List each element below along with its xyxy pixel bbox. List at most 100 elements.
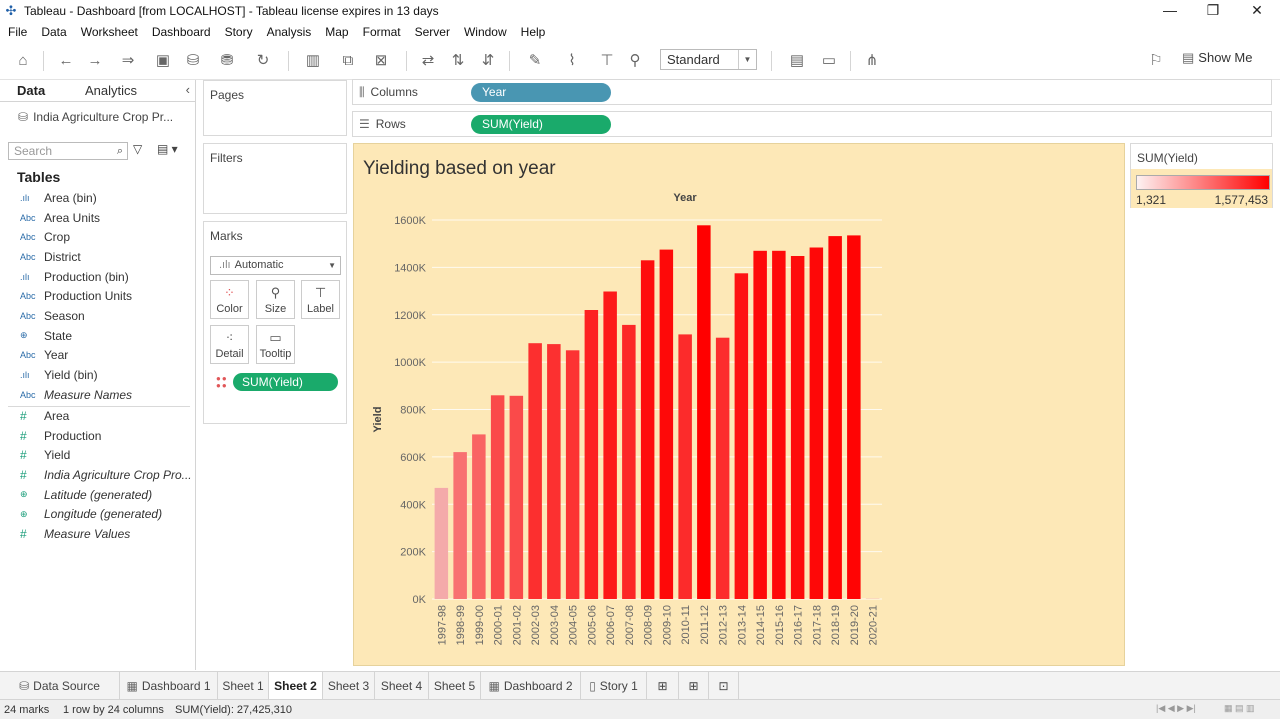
field-production-units[interactable]: Abc Production Units	[20, 287, 132, 305]
show-me-button[interactable]: ▤ Show Me	[1182, 50, 1253, 66]
show-me-pin-icon[interactable]: ⚐	[1145, 50, 1167, 72]
field-area-units[interactable]: Abc Area Units	[20, 209, 100, 227]
bar-2015-16[interactable]	[772, 250, 786, 600]
tooltip-button[interactable]: ▭ Tooltip	[256, 325, 295, 364]
tab-data[interactable]: Data	[17, 83, 45, 98]
bar-2010-11[interactable]	[678, 334, 692, 599]
menu-server[interactable]: Server	[415, 25, 450, 39]
bar-2011-12[interactable]	[697, 225, 711, 600]
field-yield[interactable]: # Yield	[20, 446, 70, 464]
bar-2001-02[interactable]	[509, 395, 524, 599]
sort-descending-icon[interactable]: ⇵	[477, 50, 499, 72]
menu-story[interactable]: Story	[225, 25, 253, 39]
field-season[interactable]: Abc Season	[20, 307, 85, 325]
bar-2004-05[interactable]	[565, 350, 580, 599]
bar-2009-10[interactable]	[659, 249, 674, 599]
tab-sheet-4[interactable]: Sheet 4	[375, 672, 429, 700]
rows-shelf[interactable]: ☰ Rows SUM(Yield)	[352, 111, 1272, 137]
field-area[interactable]: # Area	[20, 407, 69, 425]
save-icon[interactable]: ▣	[152, 50, 174, 72]
mark-type-dropdown[interactable]: .ılı Automatic ▼	[210, 256, 341, 275]
field-search-input[interactable]: Search ⌕	[8, 142, 128, 160]
field-production-bin[interactable]: .ılı Production (bin)	[20, 268, 129, 286]
bar-2013-14[interactable]	[734, 273, 749, 599]
tab-story-1[interactable]: ▯ Story 1	[581, 672, 647, 700]
filter-icon[interactable]: ▽	[133, 142, 142, 156]
bar-2000-01[interactable]	[490, 395, 505, 599]
bar-2007-08[interactable]	[622, 324, 636, 599]
datasource-item[interactable]: ⛁ India Agriculture Crop Pr...	[18, 110, 173, 124]
new-story-tab-icon[interactable]: ⊡	[709, 672, 739, 700]
fix-axes-icon[interactable]: ⚲	[624, 50, 646, 72]
bar-2008-09[interactable]	[640, 260, 655, 599]
columns-year-pill[interactable]: Year	[471, 83, 611, 102]
field-district[interactable]: Abc District	[20, 248, 81, 266]
collapse-pane-icon[interactable]: ‹	[186, 82, 190, 97]
field-production[interactable]: # Production	[20, 427, 101, 445]
marks-yield-pill[interactable]: SUM(Yield)	[233, 373, 338, 391]
pages-card[interactable]: Pages	[203, 80, 347, 136]
tab-sheet-3[interactable]: Sheet 3	[323, 672, 375, 700]
sort-ascending-icon[interactable]: ⇅	[447, 50, 469, 72]
menu-help[interactable]: Help	[521, 25, 546, 39]
field-measure-values[interactable]: # Measure Values	[20, 525, 130, 543]
tab-data-source[interactable]: ⛁ Data Source	[0, 672, 120, 700]
redo-icon[interactable]: →	[84, 50, 106, 72]
labels-icon[interactable]: ⊤	[596, 50, 618, 72]
menu-worksheet[interactable]: Worksheet	[81, 25, 138, 39]
menu-dashboard[interactable]: Dashboard	[152, 25, 211, 39]
bar-2019-20[interactable]	[847, 235, 861, 599]
highlight-icon[interactable]: ✎	[520, 50, 550, 72]
field-year[interactable]: Abc Year	[20, 346, 68, 364]
undo-icon[interactable]: ←	[55, 50, 77, 72]
field-state[interactable]: ⊕ State	[20, 327, 72, 345]
menu-analysis[interactable]: Analysis	[267, 25, 312, 39]
bar-1998-99[interactable]	[453, 452, 467, 599]
clear-sheet-icon[interactable]: ⊠	[366, 50, 396, 72]
field-yield-bin[interactable]: .ılı Yield (bin)	[20, 366, 98, 384]
field-measure-names[interactable]: Abc Measure Names	[20, 386, 132, 404]
duplicate-icon[interactable]: ⧉	[337, 50, 359, 72]
detail-button[interactable]: ⁖ Detail	[210, 325, 249, 364]
color-button[interactable]: ⁘ Color	[210, 280, 249, 319]
bar-2017-18[interactable]	[809, 247, 824, 600]
field-india-agriculture-crop-pro[interactable]: # India Agriculture Crop Pro...	[20, 466, 192, 484]
size-button[interactable]: ⚲ Size	[256, 280, 295, 319]
bar-2018-19[interactable]	[828, 236, 842, 599]
fit-dropdown[interactable]: Standard ▼	[660, 49, 757, 70]
share-icon[interactable]: ⋔	[861, 50, 883, 72]
cards-icon[interactable]: ▤	[780, 50, 814, 72]
columns-shelf[interactable]: ⫼ Columns Year	[352, 79, 1272, 105]
bar-2016-17[interactable]	[790, 256, 805, 599]
bar-2014-15[interactable]	[753, 250, 767, 600]
color-legend[interactable]: SUM(Yield) 1,321 1,577,453	[1130, 143, 1273, 208]
new-worksheet-icon[interactable]: ▥	[298, 50, 328, 72]
bar-2012-13[interactable]	[715, 337, 730, 599]
view-options-icon[interactable]: ▤ ▾	[157, 142, 178, 156]
new-worksheet-tab-icon[interactable]: ⊞	[647, 672, 679, 700]
menu-data[interactable]: Data	[41, 25, 66, 39]
tab-sheet-1[interactable]: Sheet 1	[218, 672, 269, 700]
restore-icon[interactable]: ❐	[1190, 0, 1236, 22]
new-dashboard-tab-icon[interactable]: ⊞	[679, 672, 709, 700]
sheet-view-icons[interactable]: ▦ ▤ ▥	[1224, 703, 1255, 714]
swap-icon[interactable]: ⇄	[417, 50, 439, 72]
home-icon[interactable]: ⌂	[12, 50, 34, 72]
bar-2003-04[interactable]	[547, 344, 561, 599]
minimize-icon[interactable]: —	[1147, 0, 1193, 22]
menu-map[interactable]: Map	[325, 25, 348, 39]
tab-sheet-5[interactable]: Sheet 5	[429, 672, 481, 700]
field-crop[interactable]: Abc Crop	[20, 228, 70, 246]
tab-analytics[interactable]: Analytics	[85, 83, 137, 98]
tab-dashboard-1[interactable]: ▦ Dashboard 1	[120, 672, 218, 700]
pause-updates-icon[interactable]: ⛃	[212, 50, 242, 72]
bar-1997-98[interactable]	[434, 487, 449, 599]
sheet-nav-icons[interactable]: |◀ ◀ ▶ ▶|	[1156, 703, 1196, 714]
worksheet-view[interactable]: Yielding based on year Year Yield 0K 200K 40…	[353, 143, 1125, 666]
bar-chart[interactable]: Year Yield 0K 200K 400K 600K 800K 1000K 1200K 140…	[354, 144, 1126, 667]
tab-dashboard-2[interactable]: ▦ Dashboard 2	[481, 672, 581, 700]
filters-card[interactable]: Filters	[203, 143, 347, 214]
field-longitude-generated[interactable]: ⊕ Longitude (generated)	[20, 505, 162, 523]
replay-icon[interactable]: ⇒	[113, 50, 143, 72]
menu-file[interactable]: File	[8, 25, 27, 39]
